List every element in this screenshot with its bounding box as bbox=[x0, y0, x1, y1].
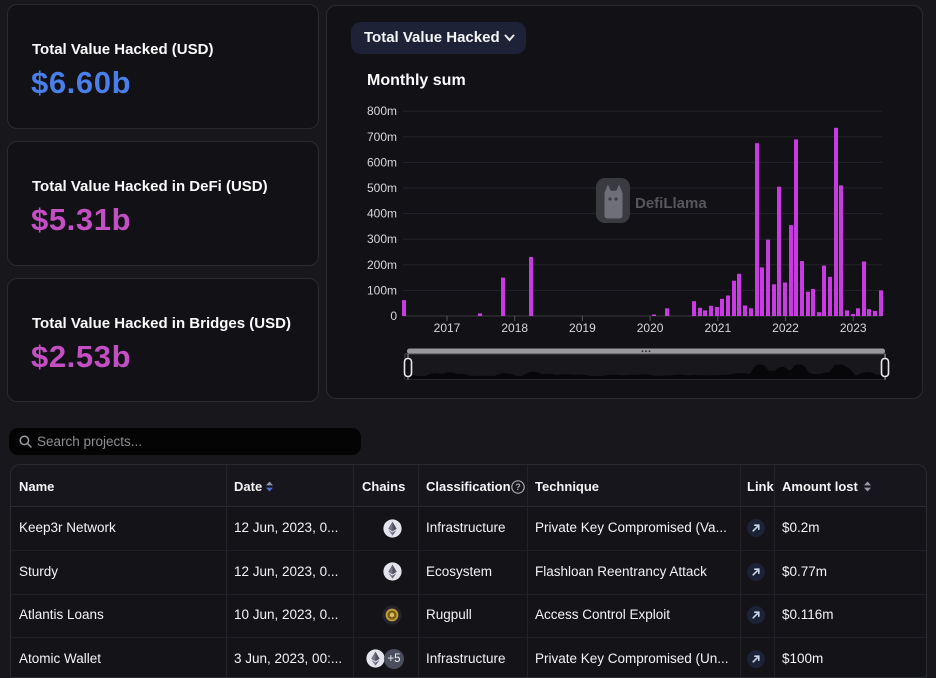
svg-text:300m: 300m bbox=[367, 232, 397, 246]
svg-text:2018: 2018 bbox=[501, 321, 528, 335]
svg-text:2017: 2017 bbox=[434, 321, 461, 335]
svg-text:?: ? bbox=[515, 482, 521, 492]
svg-text:400m: 400m bbox=[367, 207, 397, 221]
svg-text:600m: 600m bbox=[367, 155, 397, 169]
svg-text:DefiLlama: DefiLlama bbox=[635, 195, 707, 212]
svg-text:700m: 700m bbox=[367, 130, 397, 144]
svg-text:2021: 2021 bbox=[704, 321, 731, 335]
svg-text:0: 0 bbox=[390, 309, 397, 323]
svg-text:100m: 100m bbox=[367, 283, 397, 297]
svg-text:200m: 200m bbox=[367, 258, 397, 272]
svg-text:2022: 2022 bbox=[772, 321, 799, 335]
svg-text:800m: 800m bbox=[367, 104, 397, 118]
svg-text:2020: 2020 bbox=[637, 321, 664, 335]
svg-text:2023: 2023 bbox=[840, 321, 867, 335]
svg-text:2019: 2019 bbox=[569, 321, 596, 335]
svg-text:500m: 500m bbox=[367, 181, 397, 195]
